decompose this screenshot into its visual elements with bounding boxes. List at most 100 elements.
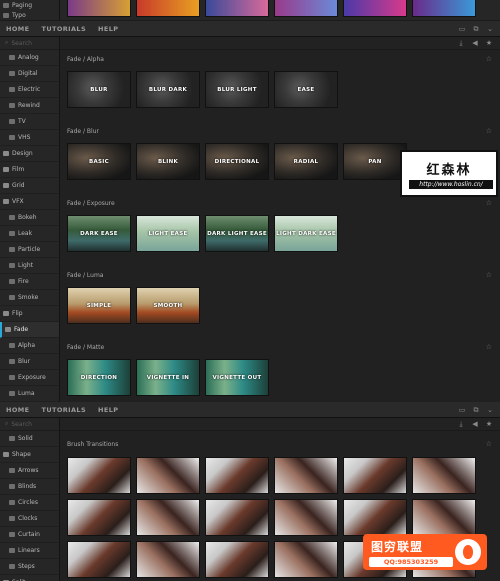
sidebar-item-bokeh[interactable]: Bokeh [0, 210, 59, 226]
sidebar-item-particle[interactable]: Particle [0, 242, 59, 258]
sidebar-item-solid[interactable]: Solid [0, 431, 59, 447]
preset-thumb[interactable]: VIGNETTE OUT [205, 359, 269, 396]
sidebar-item-grid[interactable]: Grid [0, 178, 59, 194]
preset-thumb[interactable]: LIGHT EASE [136, 215, 200, 252]
preview-thumb[interactable] [343, 0, 407, 17]
brush-transition-thumb[interactable] [412, 499, 476, 536]
sidebar-item-flip[interactable]: Flip [0, 306, 59, 322]
preset-thumb[interactable]: DARK EASE [67, 215, 131, 252]
sidebar-item-split[interactable]: Split [0, 575, 59, 581]
sidebar-item-blinds[interactable]: Blinds [0, 479, 59, 495]
sidebar-item-light[interactable]: Light [0, 258, 59, 274]
brush-transition-thumb[interactable] [67, 541, 131, 578]
star-icon[interactable]: ☆ [486, 440, 492, 448]
tab-tutorials[interactable]: TUTORIALS [35, 21, 92, 37]
brush-transition-thumb[interactable] [274, 541, 338, 578]
preset-thumb[interactable]: BLUR DARK [136, 71, 200, 108]
sidebar-item-fire[interactable]: Fire [0, 274, 59, 290]
star-icon[interactable]: ☆ [486, 271, 492, 279]
brush-transition-thumb[interactable] [205, 499, 269, 536]
brush-transition-thumb[interactable] [205, 457, 269, 494]
sidebar-item-arrows[interactable]: Arrows [0, 463, 59, 479]
tab-home[interactable]: HOME [0, 21, 35, 37]
tab-tutorials[interactable]: TUTORIALS [35, 402, 92, 418]
download-icon[interactable]: ⤓ [457, 39, 465, 47]
preset-thumb[interactable]: EASE [274, 71, 338, 108]
sidebar-item-clocks[interactable]: Clocks [0, 511, 59, 527]
brush-transition-thumb[interactable] [274, 499, 338, 536]
brush-transition-thumb[interactable] [67, 499, 131, 536]
sidebar-item-luma[interactable]: Luma [0, 386, 59, 402]
favorites-star-icon[interactable]: ★ [485, 39, 493, 47]
minimize-icon[interactable]: ▭ [458, 406, 466, 414]
chevron-down-icon[interactable]: ⌄ [486, 406, 494, 414]
tab-help[interactable]: HELP [92, 402, 124, 418]
tab-home[interactable]: HOME [0, 402, 35, 418]
star-icon[interactable]: ☆ [486, 343, 492, 351]
sidebar-item-exposure[interactable]: Exposure [0, 370, 59, 386]
preview-thumb[interactable] [412, 0, 476, 17]
brush-transition-thumb[interactable] [136, 457, 200, 494]
chevron-down-icon[interactable]: ⌄ [486, 25, 494, 33]
preset-thumb[interactable]: BLINK [136, 143, 200, 180]
sidebar-item-blur[interactable]: Blur [0, 354, 59, 370]
sidebar-item-rewind[interactable]: Rewind [0, 98, 59, 114]
favorites-star-icon[interactable]: ★ [485, 420, 493, 428]
brush-transition-thumb[interactable] [274, 457, 338, 494]
sidebar-item-circles[interactable]: Circles [0, 495, 59, 511]
preset-thumb[interactable]: SMOOTH [136, 287, 200, 324]
sidebar-item-alpha[interactable]: Alpha [0, 338, 59, 354]
preset-thumb[interactable]: PAN [343, 143, 407, 180]
preview-thumb[interactable] [136, 0, 200, 17]
preset-thumb[interactable]: DIRECTIONAL [205, 143, 269, 180]
preset-thumb[interactable]: BLUR [67, 71, 131, 108]
sidebar-item-leak[interactable]: Leak [0, 226, 59, 242]
brush-transition-thumb[interactable] [136, 541, 200, 578]
sidebar-item-shape[interactable]: Shape [0, 447, 59, 463]
preset-thumb[interactable]: VIGNETTE IN [136, 359, 200, 396]
preview-thumb[interactable] [205, 0, 269, 17]
volume-icon[interactable]: ◀ [471, 420, 479, 428]
preset-thumb[interactable]: SIMPLE [67, 287, 131, 324]
preset-thumb[interactable]: DIRECTION [67, 359, 131, 396]
tab-help[interactable]: HELP [92, 21, 124, 37]
sidebar-item-tv[interactable]: TV [0, 114, 59, 130]
search-field[interactable]: ⌕ Search [0, 418, 59, 431]
brush-transition-thumb[interactable] [205, 541, 269, 578]
sidebar-item-paging[interactable]: Paging [0, 0, 59, 10]
preset-thumb[interactable]: BLUR LIGHT [205, 71, 269, 108]
preview-thumb[interactable] [274, 0, 338, 17]
brush-transition-thumb[interactable] [343, 499, 407, 536]
sidebar-item-linears[interactable]: Linears [0, 543, 59, 559]
sidebar-item-steps[interactable]: Steps [0, 559, 59, 575]
preset-thumb[interactable]: DARK LIGHT EASE [205, 215, 269, 252]
preset-thumb[interactable]: BASIC [67, 143, 131, 180]
sidebar-item-film[interactable]: Film [0, 162, 59, 178]
volume-icon[interactable]: ◀ [471, 39, 479, 47]
star-icon[interactable]: ☆ [486, 199, 492, 207]
sidebar-item-analog[interactable]: Analog [0, 50, 59, 66]
minimize-icon[interactable]: ▭ [458, 25, 466, 33]
preset-thumb[interactable]: LIGHT DARK EASE [274, 215, 338, 252]
brush-transition-thumb[interactable] [412, 457, 476, 494]
star-icon[interactable]: ☆ [486, 127, 492, 135]
brush-transition-thumb[interactable] [67, 457, 131, 494]
sidebar-item-curtain[interactable]: Curtain [0, 527, 59, 543]
sidebar-item-digital[interactable]: Digital [0, 66, 59, 82]
search-field[interactable]: ⌕ Search [0, 37, 59, 50]
download-icon[interactable]: ⤓ [457, 420, 465, 428]
sidebar-item-vhs[interactable]: VHS [0, 130, 59, 146]
popout-icon[interactable]: ⧉ [472, 406, 480, 414]
sidebar-item-electric[interactable]: Electric [0, 82, 59, 98]
star-icon[interactable]: ☆ [486, 55, 492, 63]
popout-icon[interactable]: ⧉ [472, 25, 480, 33]
sidebar-item-fade[interactable]: Fade [0, 322, 59, 338]
preview-thumb[interactable] [67, 0, 131, 17]
sidebar-item-vfx[interactable]: VFX [0, 194, 59, 210]
brush-transition-thumb[interactable] [343, 457, 407, 494]
brush-transition-thumb[interactable] [136, 499, 200, 536]
preset-thumb[interactable]: RADIAL [274, 143, 338, 180]
sidebar-item-smoke[interactable]: Smoke [0, 290, 59, 306]
sidebar-item-design[interactable]: Design [0, 146, 59, 162]
sidebar-item-typo[interactable]: Typo [0, 10, 59, 20]
